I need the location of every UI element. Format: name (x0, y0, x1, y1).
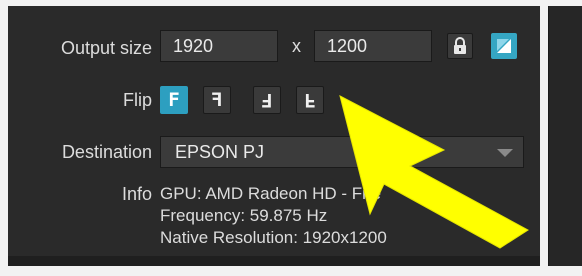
destination-label: Destination (61, 142, 152, 162)
chevron-down-icon[interactable] (497, 149, 513, 157)
right-panel-edge (548, 6, 582, 266)
flip-vertical-button[interactable]: F (296, 86, 324, 114)
flip-none-button[interactable]: F (160, 86, 188, 114)
flip-label-col: Flip (8, 88, 152, 118)
output-settings-panel: Output size 1920 x 1200 Flip F F F F Des… (8, 6, 540, 266)
flip-none-glyph: F (168, 89, 180, 111)
info-label: Info (121, 184, 152, 204)
flip-horizontal-glyph: F (211, 89, 223, 111)
flip-both-glyph: F (261, 89, 273, 111)
flip-label: Flip (122, 90, 152, 110)
panel-bottom-divider (8, 256, 540, 266)
output-width-field[interactable]: 1920 (160, 30, 278, 62)
flip-vertical-glyph: F (304, 89, 316, 111)
lock-icon (454, 37, 466, 54)
destination-label-col: Destination (8, 140, 152, 170)
aspect-ratio-icon (497, 39, 511, 53)
output-size-label: Output size (60, 38, 152, 58)
size-separator: x (292, 36, 301, 56)
output-height-field[interactable]: 1200 (314, 30, 432, 62)
output-size-label-col: Output size (8, 36, 152, 66)
destination-selected-value: EPSON PJ (175, 142, 265, 162)
lock-aspect-button[interactable] (447, 33, 473, 59)
info-label-col: Info (8, 184, 152, 208)
flip-both-button[interactable]: F (253, 86, 281, 114)
destination-select[interactable]: EPSON PJ (160, 136, 524, 168)
flip-horizontal-button[interactable]: F (203, 86, 231, 114)
aspect-ratio-button[interactable] (491, 33, 517, 59)
info-native-resolution: Native Resolution: 1920x1200 (160, 228, 387, 247)
info-gpu: GPU: AMD Radeon HD - Fire (160, 184, 382, 203)
info-frequency: Frequency: 59.875 Hz (160, 206, 328, 225)
